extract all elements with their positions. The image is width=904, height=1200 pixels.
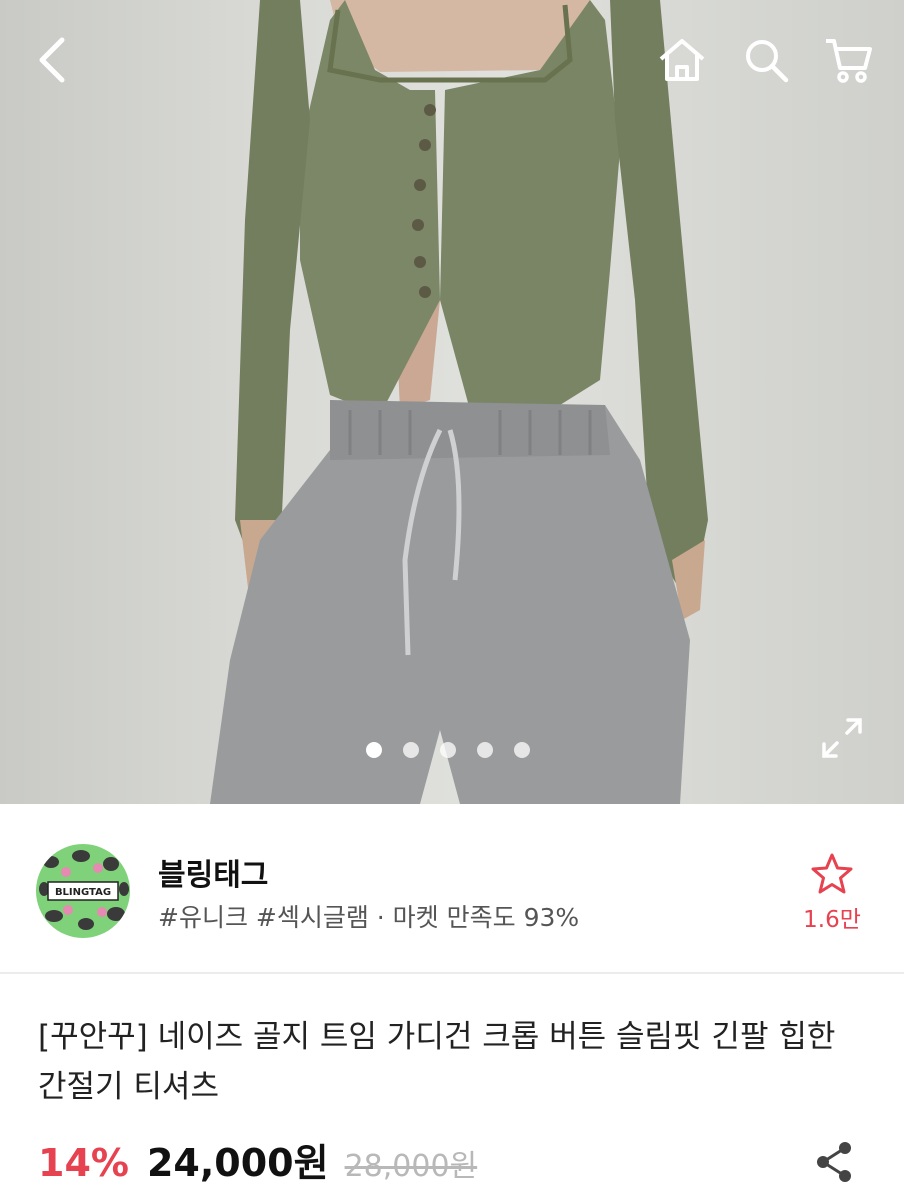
pagination-dot[interactable] (403, 742, 419, 758)
product-image-gallery[interactable] (0, 0, 904, 804)
svg-text:BLINGTAG: BLINGTAG (55, 887, 111, 898)
shop-info-row[interactable]: BLINGTAG 블링태그 #유니크 #섹시글램 · 마켓 만족도 93% 1.… (0, 804, 904, 974)
shop-name[interactable]: 블링태그 (158, 850, 268, 894)
back-icon[interactable] (26, 32, 82, 88)
shop-meta: #유니크 #섹시글램 · 마켓 만족도 93% (158, 903, 580, 932)
search-icon[interactable] (738, 32, 794, 88)
shop-logo[interactable]: BLINGTAG (36, 844, 130, 938)
share-icon[interactable] (812, 1138, 856, 1186)
pagination-dot[interactable] (366, 742, 382, 758)
gallery-pagination (0, 742, 904, 762)
pagination-dot[interactable] (440, 742, 456, 758)
original-price: 28,000원 (344, 1149, 478, 1184)
sale-price: 24,000원 (146, 1141, 329, 1185)
expand-icon[interactable] (816, 712, 868, 764)
price-row: 14% 24,000원 28,000원 (38, 1132, 477, 1192)
discount-rate: 14% (38, 1141, 129, 1185)
favorite-count: 1.6만 (803, 907, 861, 933)
product-photo (210, 0, 708, 804)
pagination-dot[interactable] (477, 742, 493, 758)
cart-icon[interactable] (820, 32, 876, 88)
pagination-dot[interactable] (514, 742, 530, 758)
star-icon[interactable] (806, 848, 858, 900)
home-icon[interactable] (654, 32, 710, 88)
product-title: [꾸안꾸] 네이즈 골지 트임 가디건 크롭 버튼 슬림핏 긴팔 힙한 간절기 … (38, 1019, 836, 1105)
